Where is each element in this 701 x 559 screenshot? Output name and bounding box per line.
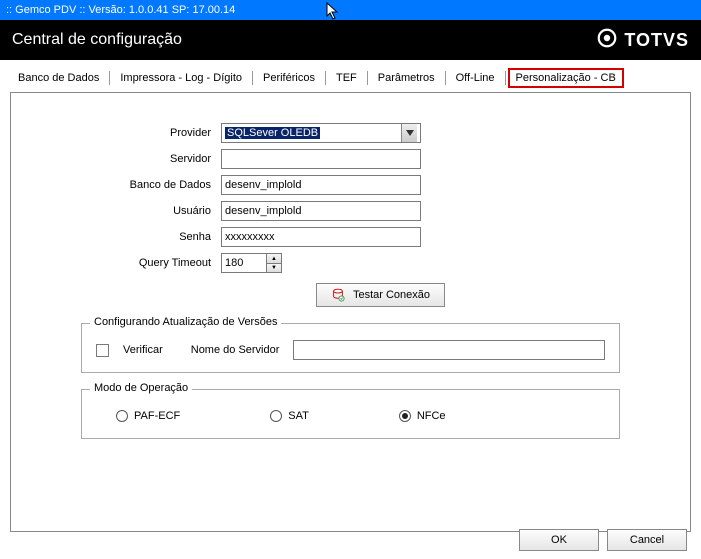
spinner-down-icon[interactable]: ▼: [267, 263, 281, 272]
tab-separator: [367, 71, 368, 85]
chevron-down-icon: [401, 124, 417, 142]
dialog-buttons: OK Cancel: [519, 529, 687, 551]
banco-input[interactable]: [221, 175, 421, 195]
tab-separator: [325, 71, 326, 85]
usuario-input[interactable]: [221, 201, 421, 221]
tab-off-line[interactable]: Off-Line: [448, 68, 503, 88]
tab-separator: [445, 71, 446, 85]
tab-strip: Banco de Dados Impressora - Log - Dígito…: [0, 60, 701, 88]
spinner-up-icon[interactable]: ▲: [267, 254, 281, 263]
window-title: :: Gemco PDV :: Versão: 1.0.0.41 SP: 17.…: [6, 4, 235, 16]
servidor-label: Servidor: [51, 153, 221, 165]
radio-nfce[interactable]: NFCe: [399, 410, 446, 422]
app-header: Central de configuração TOTVS: [0, 20, 701, 60]
nome-servidor-input[interactable]: [293, 340, 605, 360]
totvs-icon: [596, 27, 618, 54]
version-update-group: Configurando Atualização de Versões Veri…: [81, 323, 620, 373]
senha-input[interactable]: [221, 227, 421, 247]
tab-impressora-log-digito[interactable]: Impressora - Log - Dígito: [112, 68, 250, 88]
timeout-input[interactable]: [221, 253, 267, 273]
brand-logo: TOTVS: [596, 27, 689, 54]
provider-select[interactable]: SQLSever OLEDB: [221, 123, 421, 143]
mode-group-title: Modo de Operação: [90, 382, 192, 394]
verificar-checkbox[interactable]: [96, 344, 109, 357]
mode-group: Modo de Operação PAF-ECF SAT NFCe: [81, 389, 620, 439]
database-test-icon: [331, 288, 345, 302]
banco-label: Banco de Dados: [51, 179, 221, 191]
senha-label: Senha: [51, 231, 221, 243]
version-group-title: Configurando Atualização de Versões: [90, 316, 281, 328]
tab-tef[interactable]: TEF: [328, 68, 365, 88]
tab-personalizacao-cb[interactable]: Personalização - CB: [508, 68, 624, 88]
radio-label: SAT: [288, 410, 309, 422]
test-connection-button[interactable]: Testar Conexão: [316, 283, 445, 307]
radio-icon: [116, 410, 128, 422]
tab-separator: [252, 71, 253, 85]
ok-button[interactable]: OK: [519, 529, 599, 551]
cancel-button[interactable]: Cancel: [607, 529, 687, 551]
timeout-label: Query Timeout: [51, 257, 221, 269]
window-titlebar: :: Gemco PDV :: Versão: 1.0.0.41 SP: 17.…: [0, 0, 701, 20]
nome-servidor-label: Nome do Servidor: [191, 344, 280, 356]
radio-paf-ecf[interactable]: PAF-ECF: [116, 410, 180, 422]
timeout-stepper[interactable]: ▲ ▼: [221, 253, 282, 273]
tab-parametros[interactable]: Parâmetros: [370, 68, 443, 88]
tab-perifericos[interactable]: Periféricos: [255, 68, 323, 88]
tab-banco-de-dados[interactable]: Banco de Dados: [10, 68, 107, 88]
tab-separator: [505, 71, 506, 85]
servidor-input[interactable]: [221, 149, 421, 169]
verificar-label: Verificar: [123, 344, 163, 356]
test-connection-label: Testar Conexão: [353, 289, 430, 301]
tab-separator: [109, 71, 110, 85]
radio-label: PAF-ECF: [134, 410, 180, 422]
main-panel: Provider SQLSever OLEDB Servidor Banco d…: [10, 92, 691, 532]
brand-text: TOTVS: [624, 30, 689, 51]
usuario-label: Usuário: [51, 205, 221, 217]
provider-value: SQLSever OLEDB: [225, 127, 320, 139]
page-title: Central de configuração: [12, 31, 182, 49]
form-area: Provider SQLSever OLEDB Servidor Banco d…: [11, 123, 690, 307]
radio-icon: [270, 410, 282, 422]
provider-label: Provider: [51, 127, 221, 139]
radio-sat[interactable]: SAT: [270, 410, 309, 422]
radio-label: NFCe: [417, 410, 446, 422]
radio-icon: [399, 410, 411, 422]
